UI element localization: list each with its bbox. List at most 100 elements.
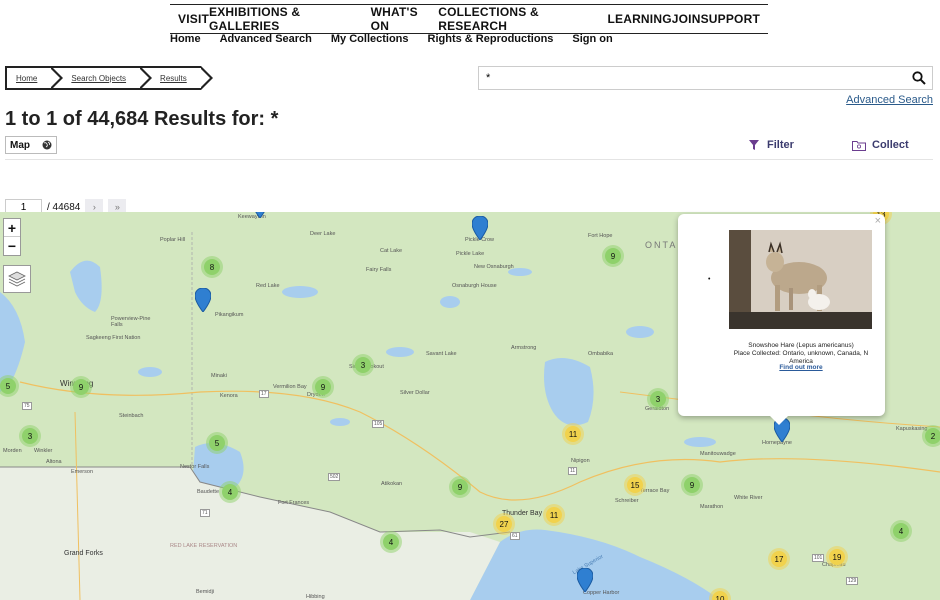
map-marker[interactable] [576, 567, 594, 593]
map-cluster[interactable]: 9 [449, 476, 471, 498]
cluster-count: 5 [0, 378, 16, 394]
nav-whats-on[interactable]: WHAT'S ON [371, 5, 439, 33]
filter-icon [749, 140, 759, 150]
map-marker[interactable] [252, 212, 268, 219]
place-label: Fort Hope [588, 233, 613, 239]
map-cluster[interactable]: 3 [352, 354, 374, 376]
cluster-count: 19 [829, 549, 845, 565]
cluster-count: 3 [650, 391, 666, 407]
place-label: Baudette [197, 489, 220, 495]
top-navigation: VISIT EXHIBITIONS & GALLERIES WHAT'S ON … [170, 4, 768, 34]
place-label: Red Lake [256, 283, 280, 289]
subnav-advanced-search[interactable]: Advanced Search [220, 33, 312, 47]
map-cluster[interactable]: 9 [70, 376, 92, 398]
nav-exhibitions-galleries[interactable]: EXHIBITIONS & GALLERIES [209, 5, 371, 33]
map-cluster[interactable]: 8 [201, 256, 223, 278]
map-cluster[interactable]: 17 [768, 548, 790, 570]
zoom-out-button[interactable]: − [4, 237, 20, 255]
map-cluster[interactable]: 5 [206, 432, 228, 454]
map-cluster[interactable]: 2 [922, 425, 940, 447]
place-label: Winkler [34, 448, 53, 454]
map-cluster[interactable]: 9 [312, 376, 334, 398]
cluster-count: 11 [546, 507, 562, 523]
map-cluster[interactable]: 3 [19, 425, 41, 447]
advanced-search-link[interactable]: Advanced Search [846, 94, 933, 106]
object-thumbnail[interactable] [729, 230, 872, 329]
map-cluster[interactable]: 11 [562, 423, 584, 445]
cluster-count: 4 [222, 484, 238, 500]
map-cluster[interactable]: 3 [647, 388, 669, 410]
place-label: ONTA [645, 240, 678, 250]
place-label: Ombabika [588, 351, 614, 357]
nav-learning[interactable]: LEARNING [607, 12, 671, 26]
map-pin-icon [471, 215, 489, 241]
nav-collections-research[interactable]: COLLECTIONS & RESEARCH [438, 5, 607, 33]
divider [5, 159, 933, 160]
map-popup: × • Snowshoe Hare (Lepus americanus) Pla… [678, 214, 885, 425]
road-label: 11 [568, 467, 578, 475]
road-label: 17 [259, 390, 269, 398]
place-label: Poplar Hill [160, 237, 186, 243]
place-label: New Osnaburgh [474, 264, 514, 270]
map-cluster[interactable]: 4 [890, 520, 912, 542]
breadcrumb-home-link[interactable]: Home [16, 74, 37, 83]
cluster-count: 3 [22, 428, 38, 444]
map-cluster[interactable]: 9 [681, 474, 703, 496]
cluster-count: 8 [204, 259, 220, 275]
nav-support[interactable]: SUPPORT [701, 12, 760, 26]
find-out-more-link[interactable]: Find out more [722, 364, 880, 371]
place-label: Savant Lake [426, 351, 457, 357]
map-pin-icon [194, 287, 212, 313]
map-cluster[interactable]: 19 [826, 546, 848, 568]
globe-icon [42, 140, 52, 150]
map-pin-icon [255, 212, 265, 219]
road-label: 101 [812, 554, 825, 562]
cluster-count: 2 [925, 428, 940, 444]
search-icon[interactable] [912, 71, 926, 85]
cluster-count: 5 [209, 435, 225, 451]
breadcrumb-item: Search Objects [51, 66, 152, 90]
subnav-sign-on[interactable]: Sign on [572, 33, 612, 47]
road-label: 75 [22, 402, 32, 410]
collect-button[interactable]: Collect [852, 139, 909, 151]
map-marker[interactable] [194, 287, 212, 313]
map-cluster[interactable]: 11 [543, 504, 565, 526]
map-marker[interactable] [471, 215, 489, 241]
breadcrumb-results-link[interactable]: Results [160, 74, 187, 83]
breadcrumb-search-objects-link[interactable]: Search Objects [71, 74, 126, 83]
map-pin-icon [576, 567, 594, 593]
view-select[interactable]: Map [5, 136, 57, 154]
layers-icon [8, 271, 26, 287]
search-input[interactable] [479, 67, 899, 89]
place-label: Steinbach [119, 413, 144, 419]
map-cluster[interactable]: 4 [219, 481, 241, 503]
subnav-rights-reproductions[interactable]: Rights & Reproductions [428, 33, 554, 47]
map-cluster[interactable]: 9 [602, 245, 624, 267]
popup-caption-title: Snowshoe Hare (Lepus americanus) [748, 342, 854, 349]
nav-visit[interactable]: VISIT [178, 12, 209, 26]
layers-button[interactable] [3, 265, 31, 293]
popup-caption: Snowshoe Hare (Lepus americanus) Place C… [722, 342, 880, 366]
subnav-home[interactable]: Home [170, 33, 201, 47]
map-cluster[interactable]: 27 [493, 513, 515, 535]
breadcrumb: Home Search Objects Results [5, 66, 213, 90]
place-label: Sagkeeng First Nation [86, 335, 141, 341]
popup-close-button[interactable]: × [875, 215, 881, 227]
search-box [478, 66, 933, 90]
map-cluster[interactable]: 15 [624, 474, 646, 496]
place-label: Manitouwadge [700, 451, 736, 457]
road-label: 129 [846, 577, 859, 585]
cluster-count: 9 [452, 479, 468, 495]
place-label: Minaki [211, 373, 227, 379]
cluster-count: 15 [627, 477, 643, 493]
zoom-in-button[interactable]: + [4, 219, 20, 237]
subnav-my-collections[interactable]: My Collections [331, 33, 409, 47]
cluster-count: 4 [383, 534, 399, 550]
map-cluster[interactable]: 4 [380, 531, 402, 553]
filter-button[interactable]: Filter [749, 139, 794, 151]
place-label: RED LAKE RESERVATION [170, 543, 238, 549]
cluster-count: 9 [605, 248, 621, 264]
nav-join[interactable]: JOIN [672, 12, 701, 26]
place-label: Bemidji [196, 589, 215, 595]
cluster-count: 10 [712, 591, 728, 600]
